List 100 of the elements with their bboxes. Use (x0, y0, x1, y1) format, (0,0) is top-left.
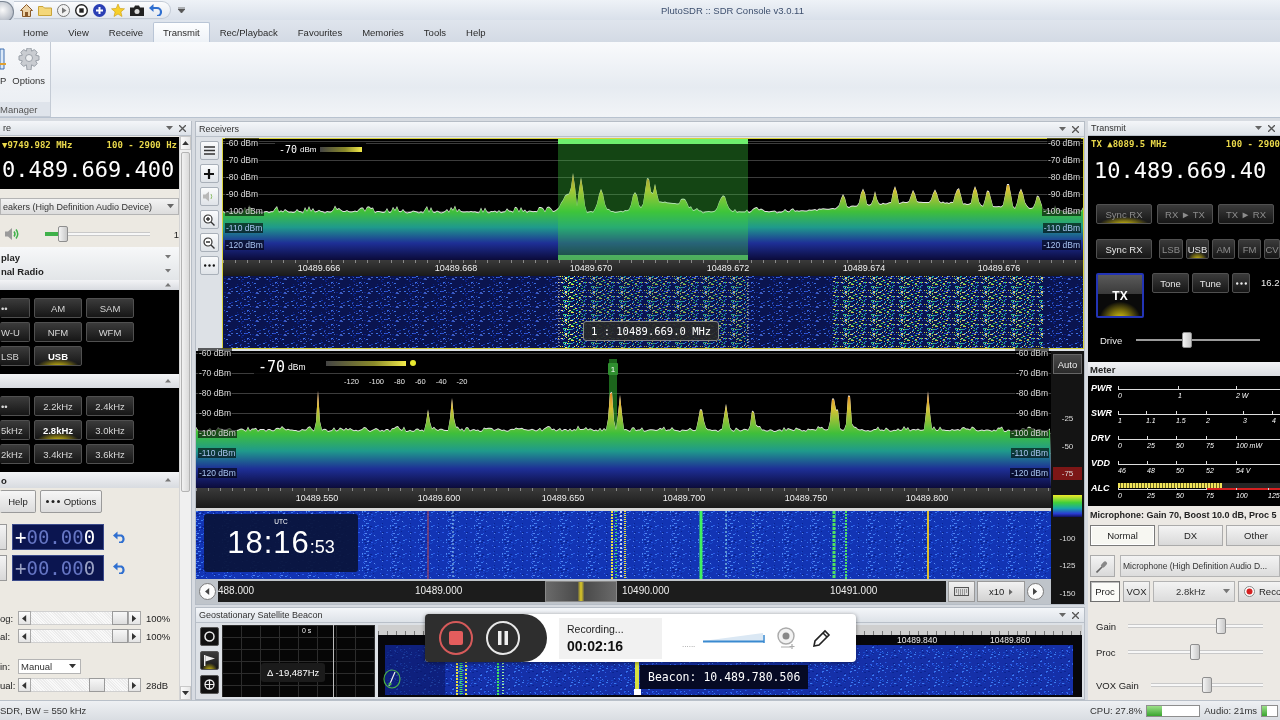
keyboard-button[interactable] (948, 581, 975, 602)
preset-tab[interactable]: Normal (1090, 525, 1155, 546)
slider-thumb[interactable] (1181, 332, 1192, 348)
mode-button[interactable]: SAM (86, 298, 134, 318)
toggle-button[interactable]: VOX (1123, 581, 1150, 602)
ribbon-tab[interactable]: Help (456, 22, 496, 42)
preset-tab[interactable]: Other (1226, 525, 1280, 546)
slider-thumb[interactable] (1201, 677, 1212, 693)
slider-thumb[interactable] (112, 611, 128, 625)
frequency-scroll-track[interactable]: 488.000 10489.000 10490.000 10491.000 (218, 581, 946, 602)
scroll-right-button[interactable] (128, 678, 141, 692)
section-title[interactable]: play (1, 251, 20, 263)
scroll-left-button[interactable] (18, 678, 31, 692)
mode-button[interactable]: USB (34, 346, 82, 366)
sync-button[interactable]: Sync RX (1096, 204, 1152, 224)
receiver-marker[interactable]: 1 (608, 363, 618, 375)
scroll-down-button[interactable] (180, 686, 191, 700)
tx-frequency[interactable]: 10.489.669.40 (1094, 158, 1267, 184)
bandwidth-button[interactable]: 3.0kHz (86, 420, 134, 440)
record-button[interactable]: Reco (1238, 581, 1280, 602)
ribbon-tab[interactable]: Receive (98, 22, 154, 42)
app-orb-icon[interactable] (0, 1, 14, 23)
close-icon[interactable] (1072, 611, 1079, 619)
star-icon[interactable] (111, 3, 125, 17)
ribbon-tab[interactable]: Transmit (153, 22, 210, 42)
dropdown-arrow-icon[interactable] (166, 126, 173, 130)
scroll-left-button[interactable] (18, 611, 31, 625)
offset-display[interactable]: +00.000 (12, 555, 104, 581)
mode-button[interactable]: LSB (1159, 239, 1183, 259)
mode-button[interactable]: CV (1264, 239, 1280, 259)
ribbon-button[interactable]: P (0, 48, 7, 86)
side-button[interactable] (0, 524, 7, 550)
dropdown-arrow-icon[interactable] (1255, 126, 1262, 130)
toolbar-button[interactable] (199, 233, 219, 252)
bandwidth-button[interactable]: 5kHz (0, 420, 30, 440)
mode-button[interactable]: AM (1212, 239, 1235, 259)
side-button[interactable] (0, 555, 7, 581)
slider-thumb[interactable] (1190, 644, 1201, 660)
tx-button[interactable]: TX (1096, 273, 1144, 318)
ribbon-button[interactable]: Options (12, 48, 46, 86)
scroll-up-button[interactable] (180, 136, 191, 150)
slider-thumb[interactable] (112, 629, 128, 643)
zoom-button[interactable]: x10 (977, 581, 1025, 602)
webcam-icon[interactable] (777, 627, 798, 649)
toolbar-button[interactable] (199, 627, 219, 646)
auto-button[interactable]: Auto (1053, 354, 1082, 374)
scroll-right-button[interactable] (128, 629, 141, 643)
pause-button[interactable] (486, 621, 520, 655)
ribbon-tab[interactable]: Memories (352, 22, 414, 42)
options-button[interactable]: Options (40, 490, 102, 513)
undo-icon[interactable] (113, 531, 127, 543)
mode-button[interactable]: NFM (34, 322, 82, 342)
ribbon-tab[interactable]: View (58, 22, 99, 42)
undo-icon[interactable] (149, 4, 162, 16)
mode-button[interactable]: AM (34, 298, 82, 318)
section-title[interactable]: o (1, 474, 7, 486)
sync-button[interactable]: Sync RX (1096, 239, 1152, 259)
play-icon[interactable] (57, 3, 70, 17)
close-icon[interactable] (1268, 124, 1275, 132)
mode-button[interactable]: W-U (0, 322, 30, 342)
mode-button[interactable]: •• (0, 298, 30, 318)
camera-icon[interactable] (130, 4, 144, 16)
toolbar-button[interactable] (199, 675, 219, 694)
vfo-frequency[interactable]: 0.489.669.400 (2, 157, 175, 183)
toolbar-button[interactable] (199, 164, 219, 183)
slider-thumb[interactable] (89, 678, 106, 692)
scroll-thumb[interactable] (545, 581, 617, 602)
section-title[interactable]: nal Radio (1, 265, 44, 277)
toolbar-button[interactable] (199, 256, 219, 275)
undo-icon[interactable] (113, 562, 127, 574)
slider-thumb[interactable] (1215, 618, 1226, 634)
bandwidth-button[interactable]: 2.4kHz (86, 396, 134, 416)
toggle-button[interactable]: Proc (1090, 581, 1120, 602)
dropdown-arrow-icon[interactable] (1059, 127, 1066, 131)
plus-icon[interactable] (93, 3, 106, 17)
ribbon-tab[interactable]: Tools (413, 22, 457, 42)
scroll-thumb[interactable] (181, 152, 190, 492)
ribbon-tab[interactable]: Favourites (287, 22, 353, 42)
stop-icon[interactable] (75, 3, 88, 17)
offset-display[interactable]: +00.000 (12, 524, 104, 550)
stop-button[interactable] (439, 621, 473, 655)
microphone-dropdown[interactable]: Microphone (High Definition Audio D... (1120, 555, 1280, 577)
close-icon[interactable] (1072, 125, 1079, 133)
preset-tab[interactable]: DX (1158, 525, 1223, 546)
pencil-icon[interactable] (812, 628, 832, 648)
toolbar-button[interactable] (199, 210, 219, 229)
mode-button[interactable]: USB (1186, 239, 1209, 259)
bandwidth-button[interactable]: 3.4kHz (34, 444, 82, 464)
filter-dropdown[interactable]: 2.8kHz (1153, 581, 1235, 602)
bandwidth-button[interactable]: 2kHz (0, 444, 30, 464)
home-icon[interactable] (20, 3, 33, 17)
mode-dropdown[interactable]: Manual (18, 658, 81, 674)
scroll-left-button[interactable] (199, 583, 216, 600)
scroll-right-button[interactable] (1027, 583, 1044, 600)
scroll-right-button[interactable] (128, 611, 141, 625)
toolbar-button[interactable] (199, 651, 219, 670)
dropdown-arrow-icon[interactable] (1059, 613, 1066, 617)
ribbon-tab[interactable]: Home (13, 22, 59, 42)
help-button[interactable]: Help (0, 490, 36, 513)
action-button[interactable]: Tune (1192, 273, 1229, 293)
